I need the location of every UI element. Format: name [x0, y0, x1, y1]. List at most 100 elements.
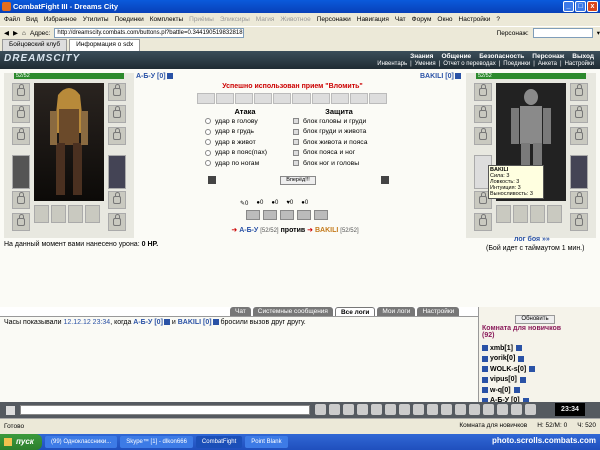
left-player-name-text[interactable]: А-Б-У [0]: [136, 73, 166, 80]
nav-knowledge[interactable]: Знания: [410, 53, 433, 60]
user-name[interactable]: w-q[0]: [490, 387, 511, 394]
map-icon[interactable]: [511, 404, 522, 415]
slot-earring[interactable]: [570, 83, 588, 101]
technique-slot[interactable]: [197, 93, 216, 104]
slot-bottom-3[interactable]: [68, 205, 83, 223]
slot-earring[interactable]: [108, 83, 126, 101]
technique-slot[interactable]: [273, 93, 292, 104]
technique-slot[interactable]: [235, 93, 254, 104]
slot-armor[interactable]: [12, 155, 30, 189]
nav-exit[interactable]: Выход: [572, 53, 594, 60]
chat-player-2[interactable]: BAKILI [0]: [178, 319, 212, 326]
smiles-icon[interactable]: [371, 404, 382, 415]
mail-icon[interactable]: [427, 404, 438, 415]
technique-slot[interactable]: [292, 93, 311, 104]
slot-belt[interactable]: [12, 191, 30, 209]
nav-settings[interactable]: Настройки: [565, 61, 594, 67]
slot-ring[interactable]: [108, 105, 126, 123]
attack-option-head[interactable]: удар в голову: [205, 116, 285, 127]
menu-item[interactable]: Окно: [437, 16, 452, 23]
slot-weapon[interactable]: [12, 127, 30, 145]
nav-security[interactable]: Безопасность: [479, 53, 524, 60]
refresh-button[interactable]: Обновить: [515, 315, 555, 324]
settings-icon[interactable]: [381, 176, 389, 184]
checkbox[interactable]: [293, 118, 299, 125]
send-icon[interactable]: [315, 404, 326, 415]
radio[interactable]: [205, 149, 211, 156]
menu-item[interactable]: Файл: [4, 16, 20, 23]
menu-item[interactable]: Настройки: [459, 16, 491, 23]
info-icon[interactable]: [515, 345, 522, 352]
slot-boots[interactable]: [12, 213, 30, 231]
attack-option-belt[interactable]: удар в пояс(пах): [205, 148, 285, 159]
taskbar-item[interactable]: CombatFight: [195, 436, 243, 448]
forward-button[interactable]: Вперёд!!!: [280, 176, 316, 185]
defense-option-2[interactable]: блок груди и живота: [293, 127, 385, 138]
radio[interactable]: [205, 128, 211, 135]
forward-icon[interactable]: ▶: [13, 29, 18, 37]
nav-chat[interactable]: Общение: [441, 53, 471, 60]
nav-profile[interactable]: Анкета: [538, 61, 557, 67]
slot-bottom-4[interactable]: [547, 205, 562, 223]
slot-gloves[interactable]: [570, 127, 588, 145]
technique-slot[interactable]: [368, 93, 387, 104]
smiley-icon[interactable]: [6, 405, 15, 415]
checkbox[interactable]: [293, 149, 299, 156]
info-icon[interactable]: [518, 355, 525, 362]
nav-fights[interactable]: Поединки: [503, 61, 530, 67]
attack-option-chest[interactable]: удар в грудь: [205, 127, 285, 138]
user-list-item[interactable]: WOLK-s[0]: [482, 364, 536, 375]
info-icon[interactable]: [513, 387, 520, 394]
chat-input[interactable]: [20, 405, 310, 415]
technique-slot[interactable]: [330, 93, 349, 104]
technique-slot[interactable]: [254, 93, 273, 104]
menu-item[interactable]: Утилиты: [83, 16, 109, 23]
slot-bottom-1[interactable]: [496, 205, 511, 223]
clear-icon[interactable]: [329, 404, 340, 415]
slot-helmet[interactable]: [474, 83, 492, 101]
menu-item[interactable]: Чат: [395, 16, 406, 23]
slot-pants[interactable]: [108, 155, 126, 189]
slot-pants[interactable]: [570, 155, 588, 189]
close-button[interactable]: x: [587, 1, 598, 12]
fight-icon[interactable]: [483, 404, 494, 415]
vs-right-name[interactable]: BAKILI: [315, 227, 338, 234]
technique-slot[interactable]: [349, 93, 368, 104]
nav-character[interactable]: Персонаж: [532, 53, 564, 60]
menu-item[interactable]: Вид: [26, 16, 38, 23]
right-player-name[interactable]: BAKILI [0]: [420, 73, 461, 80]
help-icon[interactable]: [385, 404, 396, 415]
right-player-name-text[interactable]: BAKILI [0]: [420, 73, 454, 80]
slot-shield[interactable]: [570, 191, 588, 209]
slot-helmet[interactable]: [12, 83, 30, 101]
taskbar-item[interactable]: (99) Одноклассники...: [45, 436, 118, 448]
attack-option-stomach[interactable]: удар в живот: [205, 137, 285, 148]
checkbox[interactable]: [293, 128, 299, 135]
slot-bottom-3[interactable]: [530, 205, 545, 223]
menu-item[interactable]: Навигация: [357, 16, 389, 23]
minimize-button[interactable]: _: [563, 1, 574, 12]
radio[interactable]: [205, 160, 211, 167]
info-icon[interactable]: [163, 319, 170, 326]
start-button[interactable]: пуск: [0, 434, 42, 450]
sound-icon[interactable]: [399, 404, 410, 415]
action-button[interactable]: [263, 210, 277, 220]
slot-bottom-2[interactable]: [513, 205, 528, 223]
url-field[interactable]: http://dreamscity.combats.com/buttons.pl…: [54, 28, 245, 38]
menu-item[interactable]: Форум: [412, 16, 432, 23]
action-button[interactable]: [280, 210, 294, 220]
slot-weapon[interactable]: [474, 127, 492, 145]
slot-gloves[interactable]: [108, 127, 126, 145]
user-list-item[interactable]: w-q[0]: [482, 385, 535, 396]
taskbar-item[interactable]: Point Blank: [245, 436, 288, 448]
back-icon[interactable]: ◀: [4, 29, 9, 37]
slot-extra[interactable]: [108, 213, 126, 231]
user-list-item[interactable]: yorik[0]: [482, 354, 535, 365]
home-icon[interactable]: ⌂: [22, 30, 26, 37]
user-list-item[interactable]: vipus[0]: [482, 375, 535, 386]
checkbox[interactable]: [293, 139, 299, 146]
filter-icon[interactable]: [357, 404, 368, 415]
info-icon[interactable]: [519, 376, 526, 383]
menu-item[interactable]: Животное: [280, 16, 310, 23]
slot-bottom-1[interactable]: [34, 205, 49, 223]
